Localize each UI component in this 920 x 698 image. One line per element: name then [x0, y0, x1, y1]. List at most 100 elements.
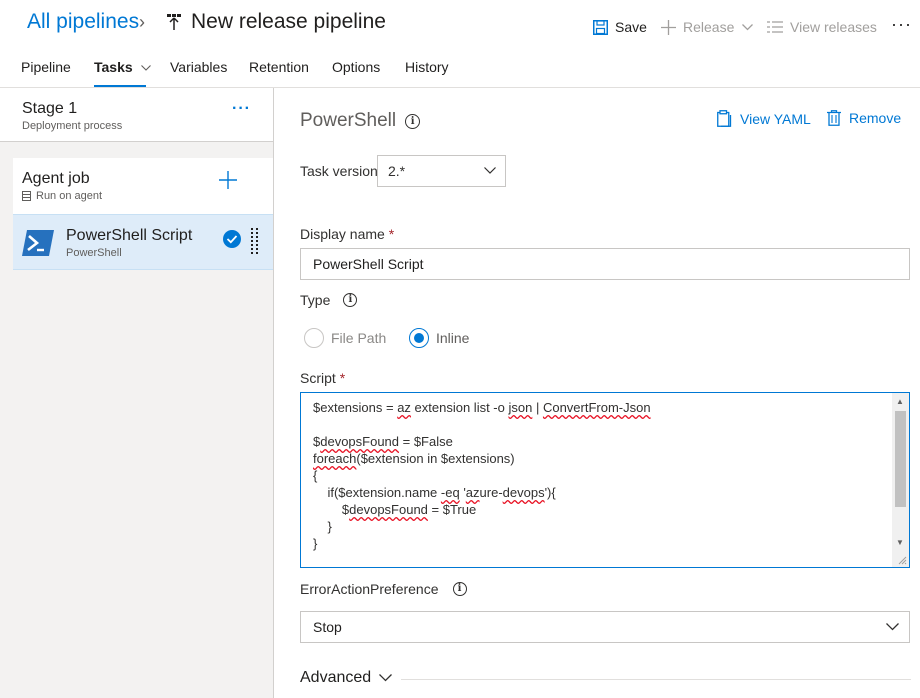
- release-pipeline-icon: [167, 14, 181, 30]
- stage-header[interactable]: Stage 1 Deployment process ···: [0, 88, 273, 142]
- task-subtitle: PowerShell: [66, 247, 122, 259]
- view-yaml-button[interactable]: View YAML: [717, 110, 811, 127]
- tab-pipeline[interactable]: Pipeline: [21, 59, 71, 75]
- chevron-down-icon: [742, 23, 754, 30]
- script-line: if($extension.name -eq 'azure-devops'){: [313, 485, 556, 500]
- release-label: Release: [683, 19, 735, 35]
- add-task-icon[interactable]: [219, 171, 237, 189]
- radio-inline[interactable]: Inline: [409, 328, 469, 348]
- check-circle-icon: [223, 230, 241, 248]
- script-line: [313, 416, 651, 433]
- error-action-preference-label: ErrorActionPreference i: [300, 581, 467, 597]
- stage-more-button[interactable]: ···: [232, 100, 251, 118]
- script-line: }: [313, 536, 318, 551]
- script-line: $devopsFound = $False: [313, 434, 453, 449]
- info-icon[interactable]: i: [405, 113, 421, 129]
- process-sidebar: Stage 1 Deployment process ··· Agent job…: [0, 88, 274, 698]
- view-releases-label: View releases: [790, 19, 877, 35]
- plus-icon: [661, 19, 676, 35]
- view-yaml-label: View YAML: [740, 110, 811, 127]
- required-marker: *: [339, 370, 346, 386]
- chevron-down-icon: [886, 623, 899, 631]
- tab-history[interactable]: History: [405, 59, 449, 75]
- remove-label: Remove: [849, 110, 902, 126]
- save-label: Save: [615, 19, 647, 35]
- panel-title-text: PowerShell: [300, 110, 397, 131]
- resize-grip-icon[interactable]: [898, 556, 907, 565]
- stage-subtitle: Deployment process: [22, 120, 123, 132]
- save-icon: [593, 19, 608, 35]
- error-action-preference-dropdown[interactable]: Stop: [300, 611, 910, 643]
- scroll-up-icon[interactable]: ▲: [896, 397, 904, 406]
- error-action-preference-value: Stop: [313, 619, 342, 635]
- server-icon: [22, 191, 31, 201]
- display-name-value: PowerShell Script: [313, 256, 424, 272]
- script-line: $extensions = az extension list -o json …: [313, 400, 651, 415]
- tab-options[interactable]: Options: [332, 59, 380, 75]
- active-tab-indicator: [94, 85, 146, 87]
- clipboard-icon: [717, 110, 732, 127]
- release-button[interactable]: Release: [661, 19, 754, 35]
- tab-bar: Pipeline Tasks Variables Retention Optio…: [0, 48, 920, 88]
- view-releases-button[interactable]: View releases: [767, 19, 877, 35]
- save-button[interactable]: Save: [593, 19, 647, 35]
- display-name-label-text: Display name: [300, 226, 385, 242]
- task-version-value: 2.*: [388, 163, 406, 179]
- script-scrollbar[interactable]: ▲ ▼: [892, 393, 909, 567]
- task-item-powershell[interactable]: PowerShell Script PowerShell: [13, 214, 273, 270]
- breadcrumb-chevron-icon: ›: [139, 12, 145, 32]
- display-name-label: Display name *: [300, 226, 394, 242]
- radio-file-path-label: File Path: [331, 330, 387, 346]
- agent-job[interactable]: Agent job Run on agent: [13, 158, 273, 214]
- script-line: $devopsFound = $True: [313, 502, 477, 517]
- scroll-down-icon[interactable]: ▼: [896, 538, 904, 547]
- chevron-down-icon: [484, 167, 496, 174]
- agent-job-title: Agent job: [22, 170, 90, 187]
- task-version-dropdown[interactable]: 2.*: [377, 155, 506, 187]
- script-line: foreach($extension in $extensions): [313, 451, 515, 466]
- type-label: Type i: [300, 292, 358, 308]
- task-title: PowerShell Script: [66, 227, 193, 244]
- script-line: }: [313, 519, 332, 534]
- advanced-section-toggle[interactable]: Advanced: [300, 669, 393, 687]
- task-settings-panel: PowerShell i View YAML Remove Task versi…: [275, 88, 920, 698]
- task-version-label: Task version: [300, 163, 378, 179]
- agent-job-subtitle: Run on agent: [22, 190, 102, 202]
- display-name-input[interactable]: PowerShell Script: [300, 248, 910, 280]
- radio-inline-label: Inline: [436, 330, 470, 346]
- trash-icon: [827, 110, 841, 126]
- script-label-text: Script: [300, 370, 336, 386]
- required-marker: *: [388, 226, 395, 242]
- header: All pipelines › New release pipeline Sav…: [0, 0, 920, 48]
- chevron-down-icon: [140, 65, 151, 72]
- type-label-text: Type: [300, 292, 331, 308]
- section-divider: [401, 679, 911, 680]
- script-line: {: [313, 468, 318, 483]
- radio-circle: [304, 328, 324, 348]
- tab-tasks[interactable]: Tasks: [94, 59, 151, 75]
- drag-handle-icon[interactable]: [251, 228, 259, 256]
- info-icon[interactable]: i: [452, 582, 467, 596]
- page-title[interactable]: New release pipeline: [191, 10, 386, 34]
- list-icon: [767, 21, 783, 33]
- script-label: Script *: [300, 370, 345, 386]
- powershell-icon: [22, 230, 54, 256]
- chevron-down-icon: [379, 674, 393, 682]
- stage-title: Stage 1: [22, 100, 78, 117]
- scrollbar-thumb[interactable]: [895, 411, 906, 507]
- tab-variables[interactable]: Variables: [170, 59, 227, 75]
- breadcrumb-all-pipelines[interactable]: All pipelines: [27, 10, 139, 34]
- agent-job-subtitle-text: Run on agent: [36, 190, 103, 202]
- advanced-label: Advanced: [300, 669, 372, 686]
- error-action-preference-label-text: ErrorActionPreference: [300, 581, 439, 597]
- more-actions-button[interactable]: ···: [891, 14, 912, 35]
- remove-button[interactable]: Remove: [827, 110, 901, 126]
- tab-retention[interactable]: Retention: [249, 59, 309, 75]
- radio-file-path[interactable]: File Path: [304, 328, 386, 348]
- tab-tasks-label: Tasks: [94, 59, 133, 75]
- script-editor[interactable]: $extensions = az extension list -o json …: [300, 392, 910, 568]
- script-code: $extensions = az extension list -o json …: [313, 399, 651, 552]
- radio-circle: [409, 328, 429, 348]
- info-icon[interactable]: i: [343, 293, 358, 307]
- panel-title: PowerShell i: [300, 110, 421, 132]
